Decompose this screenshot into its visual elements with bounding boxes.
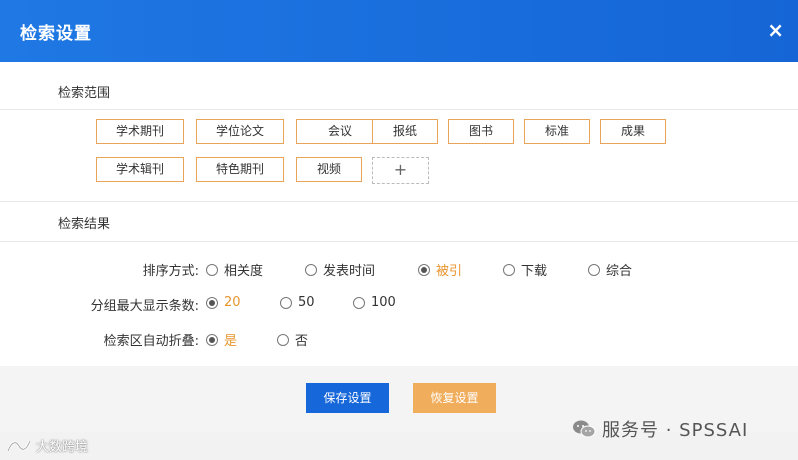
radio-label: 是 (224, 334, 238, 349)
auto-fold-option-no[interactable]: 否 (277, 330, 308, 349)
save-settings-button[interactable]: 保存设置 (306, 383, 389, 413)
scope-tag-thesis[interactable]: 学位论文 (196, 119, 284, 144)
sort-option-cited[interactable]: 被引 (418, 260, 462, 279)
sort-label: 排序方式: (142, 264, 199, 279)
radio-icon (503, 263, 515, 276)
radio-icon (588, 263, 600, 276)
scope-tag-journal[interactable]: 学术期刊 (96, 119, 184, 144)
dialog-header: 检索设置 × (0, 0, 798, 62)
divider (0, 201, 798, 202)
radio-selected-icon (206, 296, 218, 309)
radio-label: 100 (371, 295, 396, 310)
scope-tag-book[interactable]: 图书 (448, 119, 514, 144)
scope-tag-conference[interactable]: 会议 (296, 119, 384, 144)
search-settings-dialog: 检索设置 × 检索范围 学术期刊 学位论文 会议 报纸 图书 标准 成果 学术辑… (0, 0, 798, 432)
scope-tag-video[interactable]: 视频 (296, 157, 362, 182)
scope-tag-special-journal[interactable]: 特色期刊 (196, 157, 284, 182)
watermark-left: 大数跨境 (6, 436, 88, 455)
radio-icon (353, 296, 365, 309)
radio-label: 被引 (436, 264, 463, 279)
radio-selected-icon (418, 263, 430, 276)
scope-tag-collection[interactable]: 学术辑刊 (96, 157, 184, 182)
sort-option-relevance[interactable]: 相关度 (206, 260, 263, 279)
watermark-left-text: 大数跨境 (36, 440, 89, 455)
watermark-right-text: 服务号 · SPSSAI (602, 420, 749, 441)
radio-icon (280, 296, 292, 309)
sort-option-download[interactable]: 下载 (503, 260, 547, 279)
radio-label: 否 (295, 334, 309, 349)
radio-label: 综合 (606, 264, 633, 279)
wechat-icon (573, 420, 596, 438)
radio-label: 20 (224, 295, 241, 310)
scope-tag-standard[interactable]: 标准 (524, 119, 590, 144)
group-max-option-20[interactable]: 20 (206, 295, 241, 310)
brand-logo-icon (6, 440, 32, 451)
scope-section-title: 检索范围 (58, 86, 111, 101)
radio-icon (305, 263, 317, 276)
results-section-title: 检索结果 (58, 217, 111, 232)
radio-label: 相关度 (224, 264, 264, 279)
close-icon[interactable]: × (767, 19, 784, 41)
scope-tag-achievement[interactable]: 成果 (600, 119, 666, 144)
sort-option-publish-time[interactable]: 发表时间 (305, 260, 375, 279)
divider (0, 109, 798, 110)
radio-icon (206, 263, 218, 276)
radio-icon (277, 333, 289, 346)
dialog-title: 检索设置 (20, 24, 92, 44)
sort-option-composite[interactable]: 综合 (588, 260, 632, 279)
radio-label: 发表时间 (323, 264, 376, 279)
divider (0, 241, 798, 242)
radio-selected-icon (206, 333, 218, 346)
radio-label: 下载 (521, 264, 548, 279)
group-max-label: 分组最大显示条数: (90, 299, 199, 314)
reset-settings-button[interactable]: 恢复设置 (413, 383, 496, 413)
auto-fold-option-yes[interactable]: 是 (206, 330, 237, 349)
add-scope-button[interactable]: + (372, 157, 429, 184)
group-max-option-100[interactable]: 100 (353, 295, 396, 310)
auto-fold-label: 检索区自动折叠: (103, 334, 199, 349)
watermark-right: 服务号 · SPSSAI (572, 416, 748, 442)
group-max-option-50[interactable]: 50 (280, 295, 315, 310)
radio-label: 50 (298, 295, 315, 310)
scope-tag-newspaper[interactable]: 报纸 (372, 119, 438, 144)
